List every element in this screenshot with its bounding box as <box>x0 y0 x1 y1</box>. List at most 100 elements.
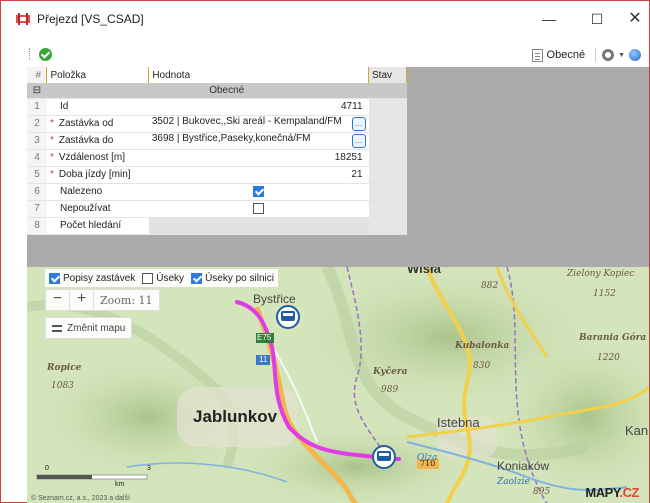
stop-from-picker-button[interactable]: ... <box>351 117 366 131</box>
table-row[interactable]: 8 Počet hledání <box>27 217 407 235</box>
mapy-cz-logo[interactable]: MAPY.CZ <box>585 485 639 500</box>
row-label: Nepoužívat <box>46 200 149 218</box>
row-number: 2 <box>27 115 47 133</box>
general-button[interactable]: Obecné <box>547 49 586 61</box>
table-row[interactable]: 1 Id 4711 <box>27 98 407 116</box>
header-value[interactable]: Hodnota <box>148 67 370 83</box>
unused-checkbox[interactable] <box>253 202 265 214</box>
map-label-830: 830 <box>473 361 491 371</box>
road-label-e75: E75 <box>257 333 272 342</box>
map-label-kycera: Kyčera <box>373 367 408 377</box>
toolbar-separator <box>595 48 597 62</box>
gear-icon[interactable] <box>602 49 615 61</box>
row-status <box>368 132 407 150</box>
map-label-ropice: Ropice <box>47 363 82 373</box>
property-pane: # Položka Hodnota Stav ⊟ Obecné 1 Id 471… <box>27 67 649 267</box>
row-value-id[interactable]: 4711 <box>148 98 369 116</box>
scale-label-3: 3 <box>147 465 151 472</box>
row-label: * Zastávka do <box>46 132 149 150</box>
header-num[interactable]: # <box>27 67 48 83</box>
row-status <box>368 166 407 184</box>
zoom-level-label: Zoom: 11 <box>100 293 153 307</box>
globe-icon[interactable] <box>629 49 641 61</box>
maximize-button[interactable]: ☐ <box>577 7 617 31</box>
table-row[interactable]: 4 * Vzdálenost [m] 18251 <box>27 149 407 167</box>
document-icon[interactable] <box>531 48 543 62</box>
map-label-jablunkov: Jablunkov <box>193 407 278 426</box>
row-label: Id <box>46 98 149 116</box>
stop-to-picker-button[interactable]: ... <box>351 134 366 148</box>
row-number: 8 <box>27 217 47 235</box>
change-map-button[interactable]: Změnit mapu <box>45 317 133 339</box>
row-value-stop-from[interactable]: 3502 | Bukovec,,Ski areál - Kempaland/FM… <box>148 115 369 133</box>
row-status <box>368 217 407 235</box>
close-button[interactable]: ✕ <box>615 7 650 31</box>
required-mark: * <box>49 169 54 180</box>
zoom-control: − + Zoom: 11 <box>45 289 160 311</box>
zoom-in-button[interactable]: + <box>70 289 94 311</box>
scale-label-0: 0 <box>45 465 49 472</box>
logo-suffix: .CZ <box>619 485 640 500</box>
required-mark: * <box>49 152 54 163</box>
row-label: Počet hledání <box>46 217 149 235</box>
minimize-button[interactable]: — <box>529 7 569 31</box>
row-status <box>368 149 407 167</box>
row-value-unused <box>148 200 369 218</box>
row-label: * Zastávka od <box>46 115 149 133</box>
required-mark: * <box>49 118 54 129</box>
row-value-distance[interactable]: 18251 <box>148 149 369 167</box>
save-check-icon[interactable] <box>39 48 52 61</box>
row-label: * Doba jízdy [min] <box>46 166 149 184</box>
road-segments-label[interactable]: Úseky po silnici <box>205 273 274 284</box>
map-label-882: 882 <box>481 281 499 291</box>
map-label-wisla: Wisła <box>407 267 441 276</box>
row-value-travel-time[interactable]: 21 <box>148 166 369 184</box>
row-value-stop-to[interactable]: 3698 | Bystřice,Paseky,konečná/FM... <box>148 132 369 150</box>
map-label-zaolzie: Zaolzie <box>497 477 530 487</box>
map-view[interactable]: Popisy zastávek Úseky Úseky po silnici −… <box>27 267 649 503</box>
row-number: 4 <box>27 149 47 167</box>
row-status <box>368 98 407 116</box>
map-label-895: 895 <box>533 487 551 497</box>
row-status <box>368 183 407 201</box>
chevron-down-icon[interactable]: ▼ <box>618 52 625 59</box>
stop-labels-checkbox[interactable] <box>49 272 60 284</box>
map-label-kan: Kan <box>625 423 649 438</box>
map-copyright[interactable]: © Seznam.cz, a.s., 2023 a další <box>31 495 130 502</box>
segments-checkbox[interactable] <box>142 272 154 284</box>
group-label: Obecné <box>46 83 407 99</box>
table-row[interactable]: 7 Nepoužívat <box>27 200 407 218</box>
road-label-11: 11 <box>259 355 268 364</box>
road-segments-checkbox[interactable] <box>191 272 203 284</box>
table-row[interactable]: 3 * Zastávka do 3698 | Bystřice,Paseky,ko… <box>27 132 407 150</box>
row-label: * Vzdálenost [m] <box>46 149 149 167</box>
row-value-found <box>148 183 369 201</box>
grid-header: # Položka Hodnota Stav <box>27 67 407 83</box>
stop-labels-label[interactable]: Popisy zastávek <box>63 273 135 284</box>
row-number: 1 <box>27 98 47 116</box>
segments-label[interactable]: Úseky <box>156 273 184 284</box>
property-grid: # Položka Hodnota Stav ⊟ Obecné 1 Id 471… <box>27 67 407 235</box>
window-title: Přejezd [VS_CSAD] <box>37 12 144 26</box>
zoom-out-button[interactable]: − <box>46 289 70 311</box>
row-number: 6 <box>27 183 47 201</box>
map-label-989: 989 <box>381 385 399 395</box>
map-label-kubalonka: Kubalonka <box>455 341 510 351</box>
found-checkbox[interactable] <box>253 185 265 197</box>
table-row[interactable]: 5 * Doba jízdy [min] 21 <box>27 166 407 184</box>
map-label-1152: 1152 <box>593 289 616 299</box>
map-label-barania-gora: Barania Góra <box>579 333 647 343</box>
map-label-zielony-kopiec: Zielony Kopiec <box>567 269 635 279</box>
table-row[interactable]: 2 * Zastávka od 3502 | Bukovec,,Ski areál… <box>27 115 407 133</box>
map-label-bystrice: Bystřice <box>253 292 296 306</box>
map-label-istebna: Istebna <box>437 415 480 430</box>
group-row[interactable]: ⊟ Obecné <box>27 83 407 99</box>
toolbar-right: Obecné ▼ <box>531 46 641 64</box>
table-row[interactable]: 6 Nalezeno <box>27 183 407 201</box>
header-status[interactable]: Stav <box>368 67 407 83</box>
group-toggle[interactable]: ⊟ <box>27 83 47 99</box>
header-item[interactable]: Položka <box>46 67 150 83</box>
layers-icon <box>52 324 62 332</box>
change-map-label: Změnit mapu <box>67 322 126 334</box>
map-label-710: 710 <box>420 459 436 468</box>
